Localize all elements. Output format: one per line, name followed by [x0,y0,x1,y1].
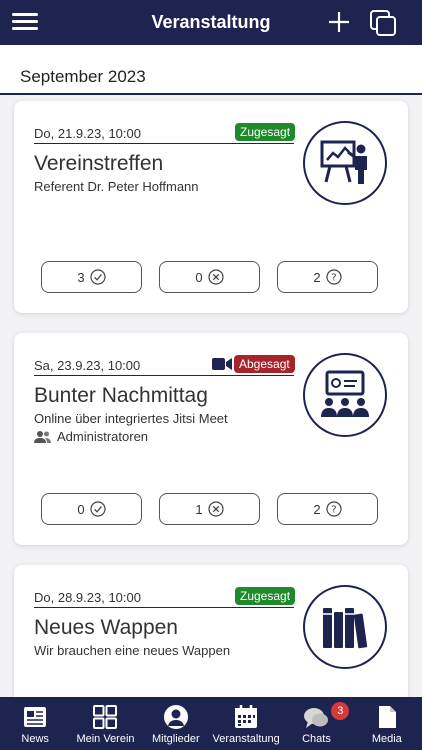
document-icon [378,706,396,728]
maybe-count: 2 [313,269,321,285]
nav-label: News [21,733,49,745]
event-title: Bunter Nachmittag [34,384,208,407]
nav-label: Media [371,733,402,745]
event-title: Neues Wappen [34,616,178,639]
news-icon [24,707,47,727]
check-circle-icon [90,269,106,285]
nav-news[interactable]: News [0,697,70,750]
check-circle-icon [90,501,106,517]
event-card[interactable]: Sa, 23.9.23, 10:00 Abgesagt Bunter Nachm… [14,333,408,545]
books-icon [303,585,387,669]
nav-mitglieder[interactable]: Mitglieder [141,697,211,750]
decline-count: 1 [195,501,203,517]
nav-veranstaltung[interactable]: Veranstaltung [211,697,281,750]
nav-mein-verein[interactable]: Mein Verein [70,697,140,750]
nav-label: Veranstaltung [212,733,280,745]
chats-unread-badge: 3 [331,702,350,720]
event-subtitle: Referent Dr. Peter Hoffmann [34,179,199,194]
event-title: Vereinstreffen [34,152,164,175]
presentation-icon [303,121,387,205]
maybe-count: 2 [313,501,321,517]
x-circle-icon [208,269,224,285]
event-card[interactable]: Do, 21.9.23, 10:00 Zugesagt Vereinstreff… [14,101,408,313]
status-badge: Zugesagt [235,123,296,141]
decline-count: 0 [195,269,203,285]
copy-icon[interactable] [368,8,398,38]
calendar-icon [235,705,258,728]
question-circle-icon: ? [326,269,342,285]
group-icon [34,430,51,443]
month-label: September 2023 [20,67,146,86]
nav-media[interactable]: Media [352,697,422,750]
group-label: Administratoren [57,429,149,444]
divider [34,607,294,608]
top-bar: Veranstaltung [0,0,422,45]
accept-count: 0 [77,501,85,517]
event-date: Sa, 23.9.23, 10:00 [34,358,141,373]
person-icon [163,705,188,729]
question-circle-icon: ? [326,501,342,517]
event-subtitle: Online über integriertes Jitsi Meet [34,411,228,426]
svg-text:?: ? [331,505,336,516]
event-group: Administratoren [34,429,148,444]
add-icon[interactable] [325,8,353,36]
decline-count-button[interactable]: 1 [159,493,260,525]
maybe-count-button[interactable]: 2 ? [277,261,378,293]
decline-count-button[interactable]: 0 [159,261,260,293]
divider [34,143,294,144]
nav-label: Mitglieder [151,733,200,745]
status-badge: Abgesagt [234,355,295,373]
nav-label: Mein Verein [76,733,135,745]
month-header: September 2023 [0,45,422,95]
divider [34,375,294,376]
nav-chats[interactable]: 3 Chats [281,697,351,750]
accept-count-button[interactable]: 0 [41,493,142,525]
page-title: Veranstaltung [151,12,271,32]
accept-count-button[interactable]: 3 [41,261,142,293]
video-camera-icon [212,358,232,370]
grid-icon [93,705,118,729]
bottom-navigation: News Mein Verein Mitglieder Veranstaltun… [0,697,422,750]
svg-text:?: ? [331,273,336,284]
hamburger-menu-icon[interactable] [12,10,38,34]
chat-icon [304,708,329,728]
event-date: Do, 28.9.23, 10:00 [34,590,141,605]
status-badge: Zugesagt [235,587,296,605]
event-date: Do, 21.9.23, 10:00 [34,126,141,141]
maybe-count-button[interactable]: 2 ? [277,493,378,525]
event-subtitle: Wir brauchen eine neues Wappen [34,643,231,658]
x-circle-icon [208,501,224,517]
nav-label: Chats [302,733,331,745]
meeting-icon [303,353,387,437]
accept-count: 3 [77,269,85,285]
